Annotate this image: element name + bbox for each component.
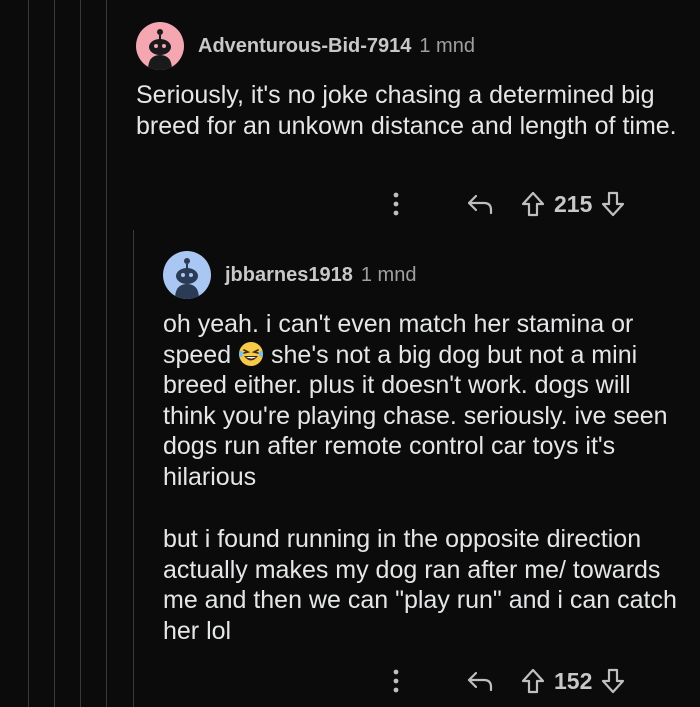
comment-body-paragraph-2: but i found running in the opposite dire… [163,525,677,645]
upvote-icon[interactable] [518,186,548,222]
comment-1-actions: 215 [384,186,628,222]
avatar[interactable] [136,22,184,70]
downvote-icon[interactable] [598,663,628,699]
thread-line-2 [54,0,55,707]
thread-line-5[interactable] [133,230,134,707]
more-vertical-icon[interactable] [384,663,408,699]
comment-header: jbbarnes1918 1 mnd [163,251,683,299]
downvote-icon[interactable] [598,186,628,222]
username[interactable]: Adventurous-Bid-7914 [198,35,411,58]
vote-score: 215 [554,190,593,217]
thread-line-3 [80,0,81,707]
reply-arrow-icon[interactable] [450,186,510,222]
reply-arrow-icon[interactable] [450,663,510,699]
laughing-face-icon [239,341,264,366]
comment-header: Adventurous-Bid-7914 1 mnd [136,22,686,70]
thread-line-1 [28,0,29,707]
more-vertical-icon[interactable] [384,186,408,222]
vote-score: 152 [554,667,593,694]
comment-2-actions: 152 [384,663,628,699]
comment-1: Adventurous-Bid-7914 1 mnd Seriously, it… [136,22,686,141]
timestamp: 1 mnd [360,263,417,286]
thread-line-4 [106,0,107,707]
avatar[interactable] [163,251,211,299]
reddit-snoo-icon [175,258,199,299]
comment-body-paragraph-1: oh yeah. i can't even match her stamina … [163,309,678,492]
upvote-icon[interactable] [518,663,548,699]
reddit-snoo-icon [148,29,172,70]
comment-body: Seriously, it's no joke chasing a determ… [136,81,677,140]
timestamp: 1 mnd [419,34,475,57]
username[interactable]: jbbarnes1918 [225,264,353,287]
comment-2: jbbarnes1918 1 mnd oh yeah. i can't even… [163,251,683,646]
